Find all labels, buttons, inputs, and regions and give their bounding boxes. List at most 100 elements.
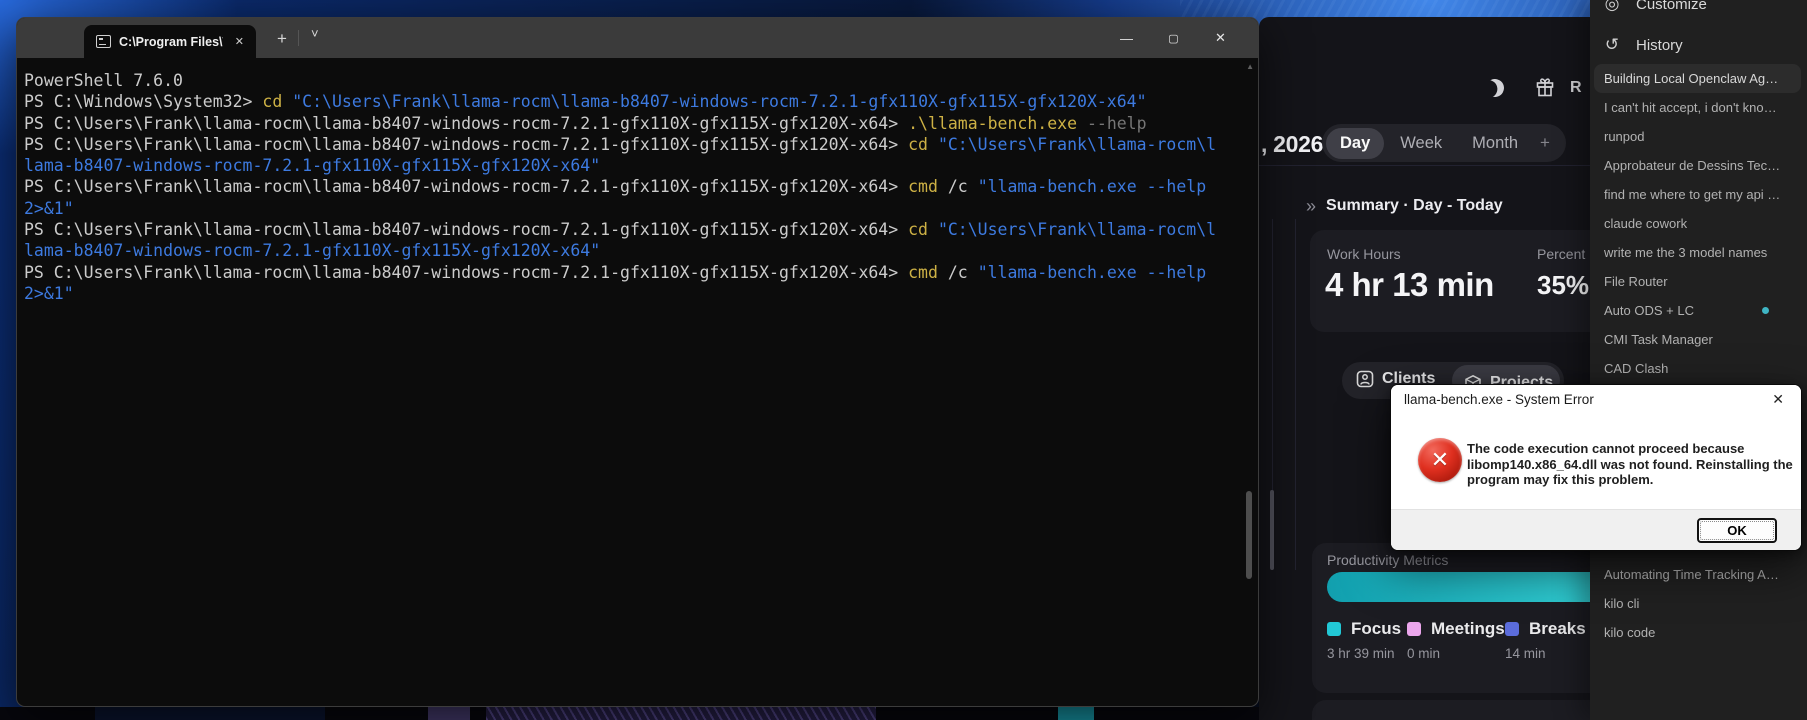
dialog-body: ✕ The code execution cannot proceed beca… [1391, 414, 1801, 511]
close-button[interactable]: ✕ [1197, 18, 1244, 58]
work-hours-label: Work Hours [1327, 246, 1401, 262]
history-item-label: runpod [1604, 129, 1644, 144]
history-item-label: write me the 3 model names [1604, 245, 1767, 260]
history-item[interactable]: Building Local Openclaw Ag… [1594, 64, 1801, 93]
percent-value: 35% [1537, 270, 1589, 301]
dialog-title: llama-bench.exe - System Error [1404, 392, 1594, 407]
dialog-message-line: The code execution cannot proceed becaus… [1467, 441, 1793, 457]
mini-scrollbar-thumb[interactable] [1270, 490, 1274, 570]
history-item[interactable]: CMI Task Manager [1590, 325, 1807, 354]
error-icon: ✕ [1418, 438, 1462, 482]
history-item[interactable]: write me the 3 model names [1590, 238, 1807, 267]
history-item[interactable]: kilo cli [1590, 589, 1807, 618]
terminal-window: C:\Program Files\WindowsAp ✕ + ˅ — ▢ ✕ P… [16, 17, 1259, 707]
command-prompt-icon [96, 35, 111, 48]
history-item[interactable]: kilo code [1590, 618, 1807, 647]
range-tab-week[interactable]: Week [1386, 128, 1456, 159]
legend-swatch [1505, 622, 1519, 636]
legend-label: Focus [1351, 619, 1401, 639]
dialog-message: The code execution cannot proceed becaus… [1467, 441, 1793, 488]
history-item[interactable]: I can't hit accept, i don't kno… [1590, 93, 1807, 122]
window-controls: — ▢ ✕ [1103, 18, 1244, 58]
sidebar-item-history[interactable]: ↺ History [1590, 32, 1807, 58]
history-label: History [1636, 37, 1683, 54]
history-item-label: File Router [1604, 274, 1668, 289]
terminal-line: PS C:\Users\Frank\llama-rocm\llama-b8407… [24, 219, 1244, 240]
legend-value: 0 min [1407, 646, 1505, 661]
dialog-close-icon[interactable]: ✕ [1766, 390, 1790, 409]
dark-mode-moon-icon[interactable] [1484, 77, 1507, 100]
terminal-line: PS C:\Users\Frank\llama-rocm\llama-b8407… [24, 134, 1244, 155]
date-label: , 2026 [1261, 131, 1323, 158]
double-chevron-icon[interactable]: » [1306, 197, 1316, 215]
tab-close-icon[interactable]: ✕ [231, 33, 248, 50]
dialog-titlebar[interactable]: llama-bench.exe - System Error ✕ [1391, 385, 1801, 414]
legend-label: Meetings [1431, 619, 1505, 639]
history-item[interactable]: runpod [1590, 122, 1807, 151]
terminal-titlebar[interactable]: C:\Program Files\WindowsAp ✕ + ˅ — ▢ ✕ [17, 18, 1258, 58]
customize-label: Customize [1636, 0, 1707, 13]
chart-gridline [1295, 219, 1296, 570]
history-item-label: kilo cli [1604, 596, 1639, 611]
legend-item: Meetings 0 min [1407, 619, 1505, 661]
add-range-tab-button[interactable]: + [1534, 133, 1556, 153]
history-item[interactable]: Auto ODS + LC [1590, 296, 1807, 325]
history-item-label: CAD Clash [1604, 361, 1668, 376]
history-item-label: Auto ODS + LC [1604, 303, 1694, 318]
history-item-label: kilo code [1604, 625, 1655, 640]
timeline-segment [325, 707, 428, 720]
work-hours-value: 4 hr 13 min [1325, 266, 1494, 304]
screen: , 2026 DayWeekMonth+ R » Summary · Day -… [0, 0, 1807, 720]
history-list: Automating Time Tracking A… kilo cli kilo … [1590, 560, 1807, 647]
unread-dot [1762, 307, 1769, 314]
customize-icon: ◎ [1602, 0, 1622, 14]
legend-item: Focus3 hr 39 min [1327, 619, 1401, 661]
sidebar-item-customize[interactable]: ◎ Customize [1590, 0, 1807, 17]
history-item-label: I can't hit accept, i don't kno… [1604, 100, 1777, 115]
range-tab-day[interactable]: Day [1326, 128, 1384, 159]
history-item[interactable]: find me where to get my api … [1590, 180, 1807, 209]
gift-icon[interactable] [1536, 77, 1554, 97]
history-item[interactable]: File Router [1590, 267, 1807, 296]
new-tab-button[interactable]: + [269, 27, 295, 51]
terminal-tab[interactable]: C:\Program Files\WindowsAp ✕ [84, 25, 256, 58]
summary-title: Summary · Day - Today [1326, 197, 1503, 215]
range-tabs: DayWeekMonth+ [1322, 124, 1566, 162]
history-icon: ↺ [1602, 35, 1622, 55]
dialog-footer: OK [1391, 509, 1801, 550]
history-item[interactable]: claude cowork [1590, 209, 1807, 238]
maximize-button[interactable]: ▢ [1150, 18, 1197, 58]
terminal-line: lama-b8407-windows-rocm-7.2.1-gfx110X-gf… [24, 240, 1244, 261]
scrollbar-up-arrow[interactable]: ▲ [1246, 62, 1254, 71]
legend-value: 14 min [1505, 646, 1586, 661]
terminal-tab-title: C:\Program Files\WindowsAp [119, 35, 223, 49]
timeline-segment [95, 707, 325, 720]
history-item-label: Approbateur de Dessins Tec… [1604, 158, 1780, 173]
history-item-label: Building Local Openclaw Ag… [1604, 71, 1778, 86]
scrollbar-thumb[interactable] [1246, 491, 1252, 579]
tab-dropdown-icon[interactable]: ˅ [303, 24, 327, 43]
timeline-segment [1058, 707, 1094, 720]
titlebar-separator [298, 30, 299, 46]
terminal-output[interactable]: PowerShell 7.6.0PS C:\Windows\System32> … [17, 58, 1258, 706]
ok-button[interactable]: OK [1697, 518, 1777, 543]
partial-toolbar-text[interactable]: R [1570, 79, 1582, 97]
minimize-button[interactable]: — [1103, 18, 1150, 58]
history-item-label: CMI Task Manager [1604, 332, 1713, 347]
legend-item: Breaks14 min [1505, 619, 1586, 661]
history-sidebar: ◎ Customize ↺ History Building Local Ope… [1590, 0, 1807, 720]
legend-swatch [1407, 622, 1421, 636]
timeline-strip [0, 707, 1259, 720]
terminal-line: 2>&1" [24, 283, 1244, 304]
dialog-message-line: libomp140.x86_64.dll was not found. Rein… [1467, 457, 1793, 473]
history-item-label: claude cowork [1604, 216, 1687, 231]
terminal-line: PS C:\Windows\System32> cd "C:\Users\Fra… [24, 91, 1244, 112]
terminal-line: PS C:\Users\Frank\llama-rocm\llama-b8407… [24, 176, 1244, 197]
history-item[interactable]: CAD Clash [1590, 354, 1807, 383]
terminal-line: PS C:\Users\Frank\llama-rocm\llama-b8407… [24, 262, 1244, 283]
history-item[interactable]: Approbateur de Dessins Tec… [1590, 151, 1807, 180]
history-item-label: Automating Time Tracking A… [1604, 567, 1779, 582]
dialog-message-line: program may fix this problem. [1467, 472, 1793, 488]
history-item[interactable]: Automating Time Tracking A… [1590, 560, 1807, 589]
range-tab-month[interactable]: Month [1458, 128, 1532, 159]
